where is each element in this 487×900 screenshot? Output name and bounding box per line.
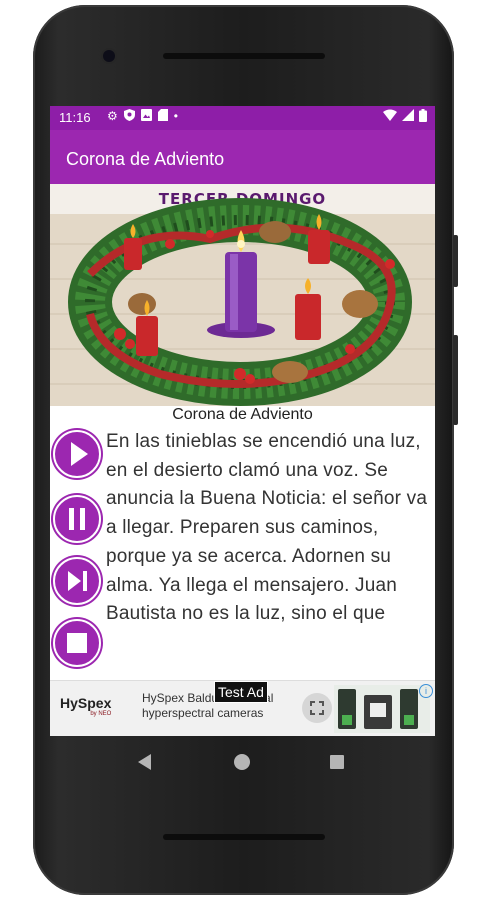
front-camera [103,50,115,62]
test-ad-badge: Test Ad [214,681,268,703]
pause-button[interactable] [51,493,103,545]
dot-icon: • [173,109,178,123]
image-icon [140,109,152,124]
advent-wreath-image: TERCER DOMINGO [50,184,435,406]
ad-product-image [334,685,430,733]
play-button[interactable] [51,428,103,480]
wifi-icon [383,109,397,125]
power-button [453,235,458,287]
play-icon [53,430,101,478]
status-time: 11:16 [59,110,91,125]
ad-info-icon[interactable]: i [419,684,433,698]
stop-icon [53,619,101,667]
ad-brand: HySpex by NEO [60,695,111,717]
sim-card-icon [157,109,168,124]
app-title: Corona de Adviento [66,149,225,169]
ad-brand-name: HySpex [60,695,112,711]
status-bar: 11:16 ⚙ • [50,106,435,130]
stop-button[interactable] [51,617,103,669]
recent-apps-icon[interactable] [330,755,344,769]
image-caption: Corona de Adviento [172,406,313,423]
battery-icon [419,109,427,125]
signal-icon [402,109,414,125]
expand-ad-button[interactable] [302,693,332,723]
expand-icon [310,701,324,715]
gear-icon: ⚙ [107,109,118,123]
earpiece-speaker [163,53,325,59]
back-icon[interactable] [138,754,151,770]
ad-brand-sub: by NEO [90,711,112,717]
app-screen: 11:16 ⚙ • Corona de Adviento TERCER DOMI… [50,106,435,736]
pause-icon [53,495,101,543]
shield-icon [123,109,135,124]
app-bar: Corona de Adviento [50,130,435,184]
bottom-speaker [163,834,325,840]
nav-bar [50,736,435,788]
ad-banner[interactable]: HySpex by NEO HySpex Baldur industrial h… [50,680,435,736]
prayer-text: En las tinieblas se encendió una luz, en… [106,431,428,625]
home-icon[interactable] [234,754,250,770]
wreath-illustration [50,198,435,406]
skip-next-icon [53,557,101,605]
volume-button [453,335,458,425]
next-button[interactable] [51,555,103,607]
